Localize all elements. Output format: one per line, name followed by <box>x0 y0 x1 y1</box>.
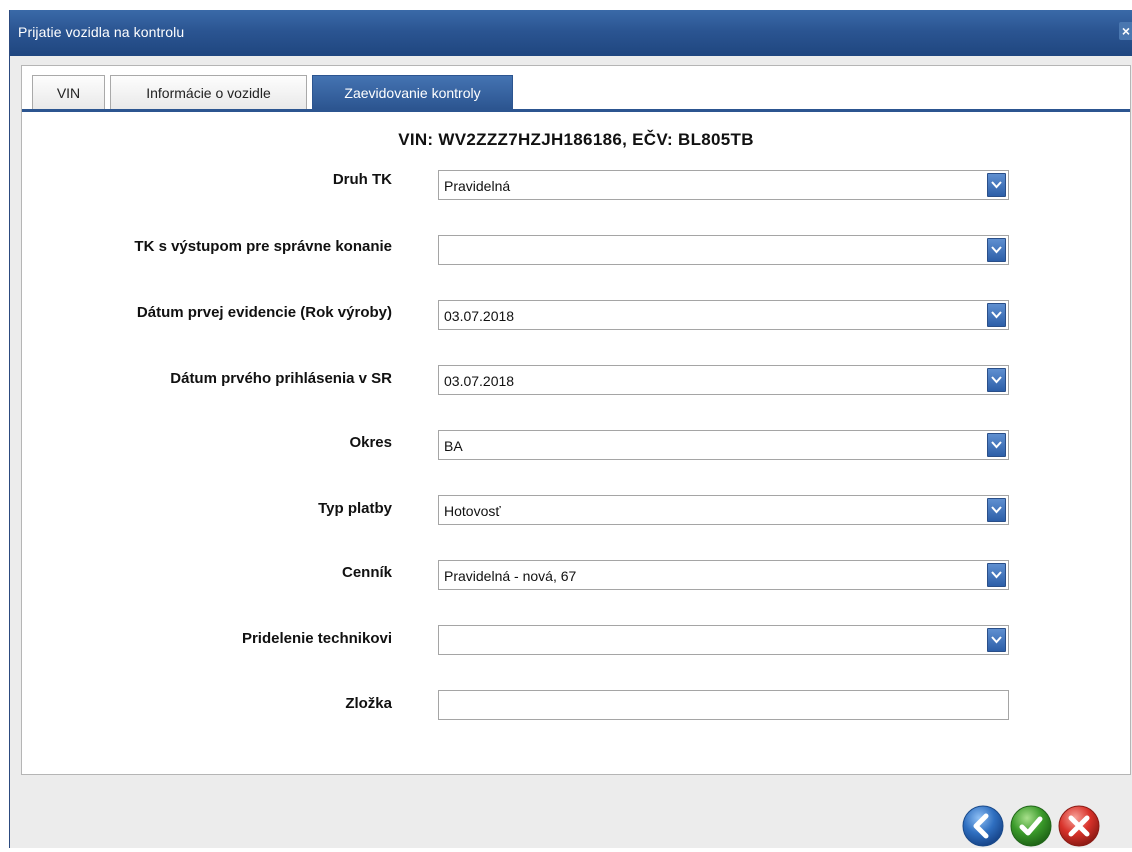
datum-evidencie-select[interactable]: 03.07.2018 <box>438 300 1009 330</box>
dialog-window: Prijatie vozidla na kontrolu × VIN Infor… <box>9 10 1132 848</box>
tab-vin[interactable]: VIN <box>32 75 105 109</box>
cancel-button[interactable] <box>1058 805 1100 847</box>
okres-select[interactable]: BA <box>438 430 1009 460</box>
typ-platby-value: Hotovosť <box>444 503 501 519</box>
x-icon <box>1058 805 1100 847</box>
datum-prihlasenia-value: 03.07.2018 <box>444 373 515 389</box>
chevron-down-icon[interactable] <box>987 238 1006 262</box>
datum-evidencie-value: 03.07.2018 <box>444 308 515 324</box>
confirm-button[interactable] <box>1010 805 1052 847</box>
chevron-down-icon[interactable] <box>987 563 1006 587</box>
typ-platby-label: Typ platby <box>318 500 392 517</box>
pridelenie-label: Pridelenie technikovi <box>241 630 392 647</box>
close-icon[interactable]: × <box>1119 22 1132 40</box>
chevron-down-icon[interactable] <box>987 303 1006 327</box>
datum-prihlasenia-select[interactable]: 03.07.2018 <box>438 365 1009 395</box>
druh-tk-label: Druh TK <box>332 171 392 188</box>
chevron-down-icon[interactable] <box>987 628 1006 652</box>
chevron-down-icon[interactable] <box>987 173 1006 197</box>
typ-platby-select[interactable]: Hotovosť <box>438 495 1009 525</box>
check-icon <box>1010 805 1052 847</box>
datum-evidencie-label: Dátum prvej evidencie (Rok výroby) <box>136 304 392 321</box>
chevron-down-icon[interactable] <box>987 498 1006 522</box>
druh-tk-select[interactable]: Pravidelná <box>438 170 1009 200</box>
chevron-down-icon[interactable] <box>987 368 1006 392</box>
zlozka-label: Zložka <box>345 695 392 712</box>
chevron-down-icon[interactable] <box>987 433 1006 457</box>
chevron-left-icon <box>962 805 1004 847</box>
vehicle-heading: VIN: WV2ZZZ7HZJH186186, EČV: BL805TB <box>398 130 754 149</box>
tab-strip: VIN Informácie o vozidle Zaevidovanie ko… <box>22 66 1130 112</box>
okres-value: BA <box>444 438 463 454</box>
zlozka-input[interactable] <box>438 690 1009 720</box>
window-title: Prijatie vozidla na kontrolu <box>18 24 185 40</box>
okres-label: Okres <box>349 434 392 451</box>
content-panel: VIN Informácie o vozidle Zaevidovanie ko… <box>21 65 1131 775</box>
cennik-value: Pravidelná - nová, 67 <box>444 568 577 584</box>
tk-vystup-label: TK s výstupom pre správne konanie <box>134 238 392 255</box>
datum-prihlasenia-label: Dátum prvého prihlásenia v SR <box>170 370 392 387</box>
tk-vystup-select[interactable] <box>438 235 1009 265</box>
druh-tk-value: Pravidelná <box>444 178 511 194</box>
back-button[interactable] <box>962 805 1004 847</box>
tab-vehicle-info[interactable]: Informácie o vozidle <box>110 75 307 109</box>
tab-register-inspection[interactable]: Zaevidovanie kontroly <box>312 75 513 109</box>
cennik-select[interactable]: Pravidelná - nová, 67 <box>438 560 1009 590</box>
pridelenie-select[interactable] <box>438 625 1009 655</box>
cennik-label: Cenník <box>341 564 392 581</box>
title-bar: Prijatie vozidla na kontrolu × <box>10 10 1132 56</box>
